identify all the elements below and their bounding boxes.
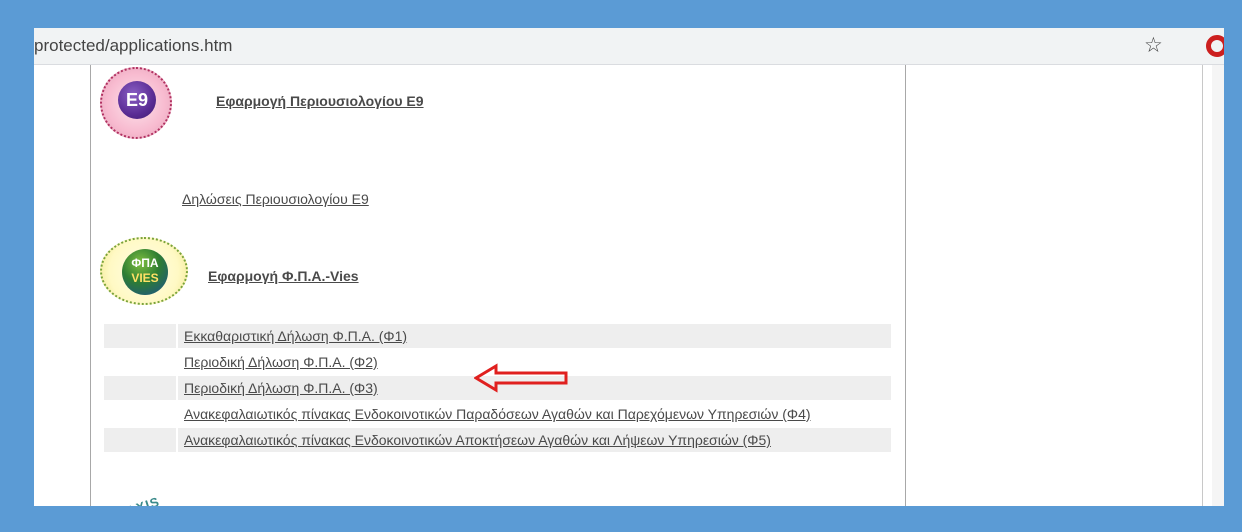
star-icon[interactable]: ☆ [1144, 33, 1163, 58]
list-item: Εκκαθαριστική Δήλωση Φ.Π.Α. (Φ1) [104, 324, 891, 350]
fpa-logo-top-text: ΦΠΑ [131, 256, 159, 270]
fpa-logo-bottom-text: VIES [131, 271, 159, 285]
fpa-vies-logo-badge: ΦΠΑ VIES [122, 249, 168, 295]
e9-app-title-link[interactable]: Εφαρμογή Περιουσιολογίου Ε9 [216, 93, 424, 109]
scrollbar[interactable] [1212, 65, 1224, 506]
address-bar[interactable]: protected/applications.htm ☆ [34, 28, 1224, 65]
red-arrow-annotation-icon [474, 363, 568, 393]
fpa-f5-link[interactable]: Ανακεφαλαιωτικός πίνακας Ενδοκοινοτικών … [178, 428, 891, 452]
opera-icon[interactable] [1206, 35, 1224, 57]
fpa-f1-link[interactable]: Εκκαθαριστική Δήλωση Φ.Π.Α. (Φ1) [178, 324, 891, 348]
browser-window: protected/applications.htm ☆ E9 Εφαρμογή… [34, 28, 1224, 506]
e9-logo-badge: E9 [118, 81, 156, 119]
column-divider [1202, 65, 1203, 506]
fpa-app-title-link[interactable]: Εφαρμογή Φ.Π.Α.-Vies [208, 268, 359, 284]
page-content: E9 Εφαρμογή Περιουσιολογίου Ε9 Δηλώσεις … [34, 65, 1224, 506]
list-item: Ανακεφαλαιωτικός πίνακας Ενδοκοινοτικών … [104, 428, 891, 454]
e9-declarations-link[interactable]: Δηλώσεις Περιουσιολογίου Ε9 [182, 191, 369, 207]
fpa-vies-logo-icon: ΦΠΑ VIES [100, 237, 188, 305]
list-item: Ανακεφαλαιωτικός πίνακας Ενδοκοινοτικών … [104, 402, 891, 428]
e9-logo-icon: E9 [100, 67, 172, 139]
url-text[interactable]: protected/applications.htm [34, 36, 232, 56]
fpa-f4-link[interactable]: Ανακεφαλαιωτικός πίνακας Ενδοκοινοτικών … [178, 402, 891, 426]
